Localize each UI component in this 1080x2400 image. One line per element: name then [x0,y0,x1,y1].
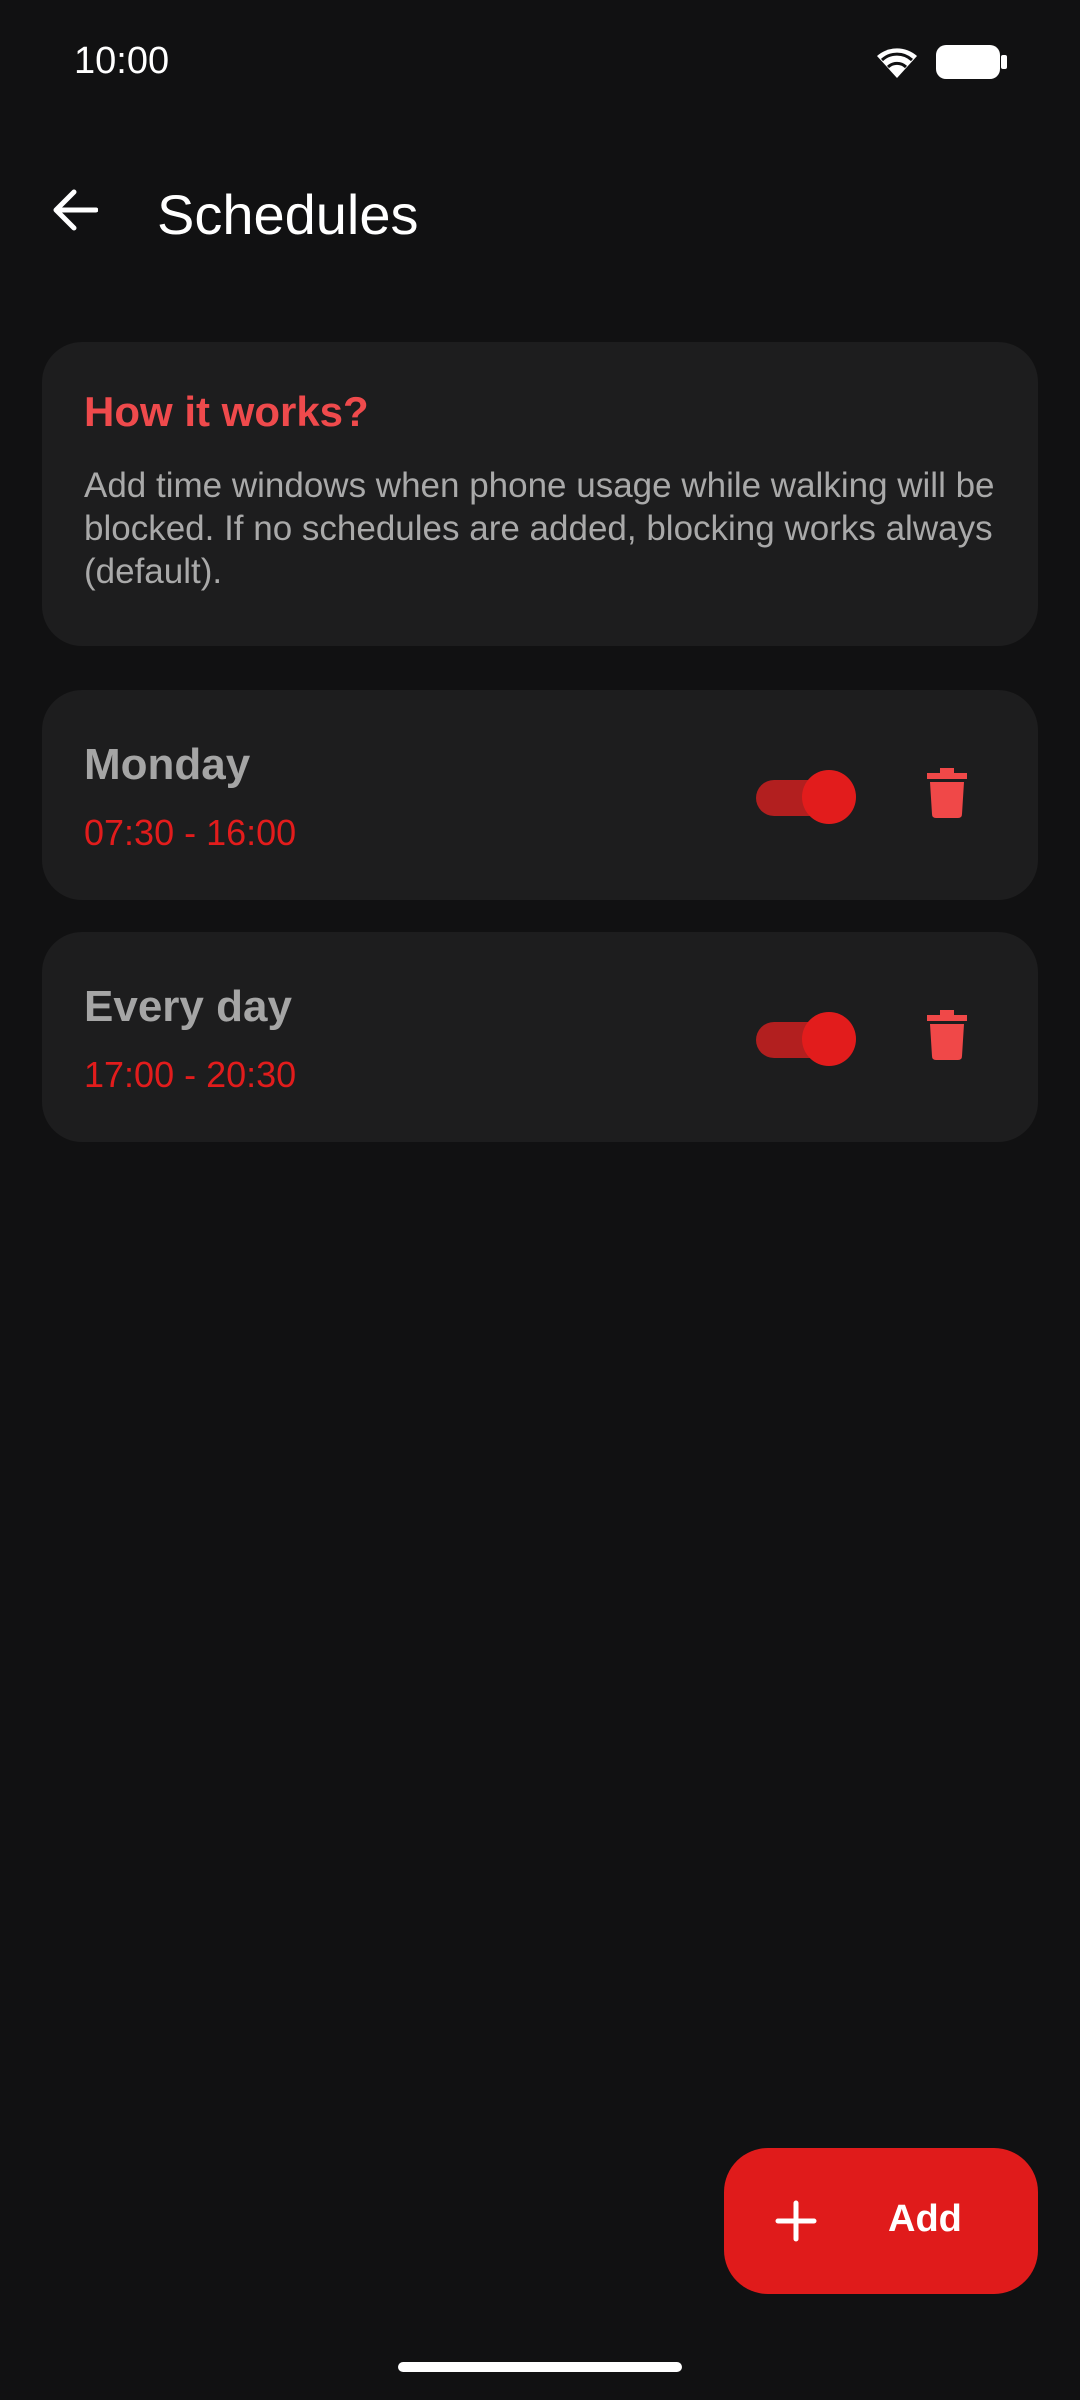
schedule-card[interactable]: Monday 07:30 - 16:00 [42,690,1038,900]
add-schedule-button[interactable]: Add [724,2148,1038,2294]
delete-schedule-button[interactable] [912,1002,982,1072]
schedule-card[interactable]: Every day 17:00 - 20:30 [42,932,1038,1142]
toggle-thumb [802,1012,856,1066]
page-title: Schedules [157,183,419,246]
add-button-label: Add [888,2198,962,2240]
plus-icon [774,2199,818,2243]
trash-icon [927,1009,967,1065]
wifi-icon [874,44,920,85]
arrow-left-icon [50,188,99,237]
info-card: How it works? Add time windows when phon… [42,342,1038,646]
toggle-thumb [802,770,856,824]
schedule-time-range: 07:30 - 16:00 [84,812,297,853]
info-card-text: Add time windows when phone usage while … [84,466,995,591]
app-bar: Schedules [0,160,1080,280]
delete-schedule-button[interactable] [912,760,982,830]
back-button[interactable] [36,174,112,250]
schedule-name: Every day [84,982,292,1031]
trash-icon [927,767,967,823]
schedule-time-range: 17:00 - 20:30 [84,1054,297,1095]
schedule-enabled-toggle[interactable] [756,766,856,824]
schedule-name: Monday [84,740,251,789]
status-bar: 10:00 [0,0,1080,130]
schedule-enabled-toggle[interactable] [756,1008,856,1066]
battery-icon [936,45,1008,84]
status-time: 10:00 [74,40,170,82]
gesture-nav-handle[interactable] [398,2362,682,2372]
info-card-title: How it works? [84,388,369,435]
status-icons [874,44,1008,85]
